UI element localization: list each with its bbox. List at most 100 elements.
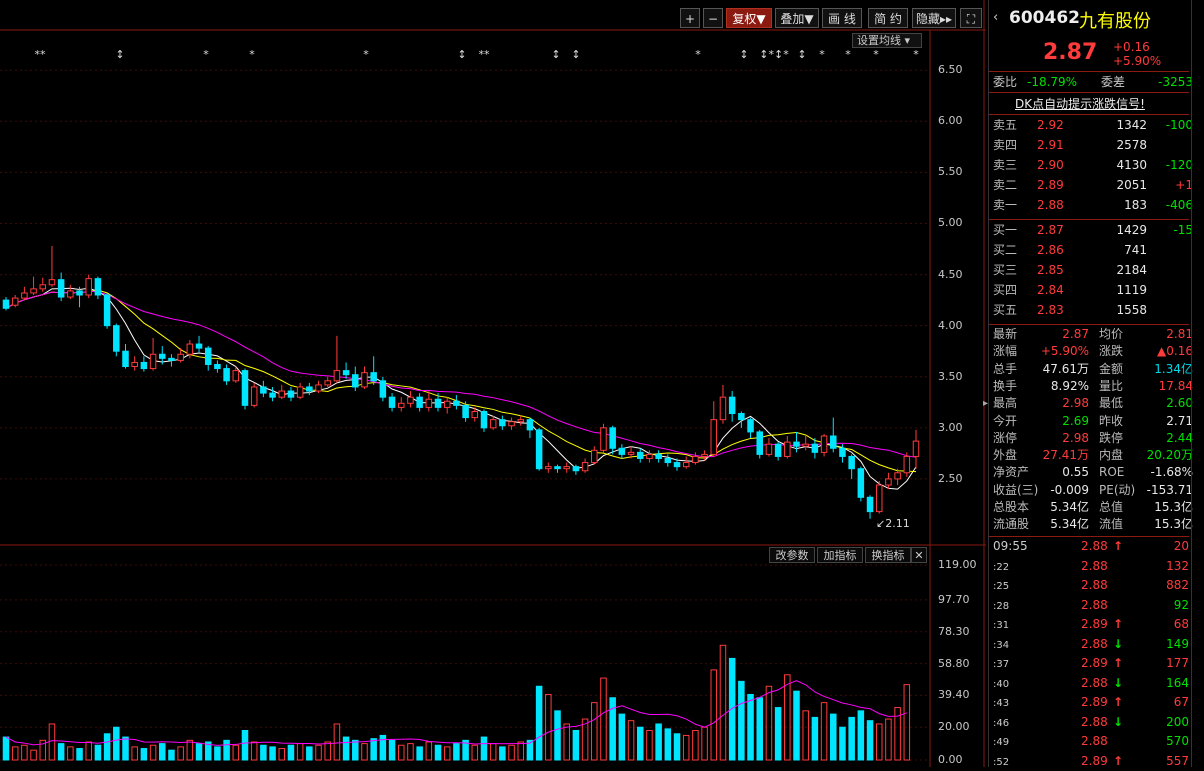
volume-bar (499, 746, 506, 761)
stat-label: 收益(三) (993, 482, 1039, 497)
candle-body (324, 380, 331, 386)
dk-signal-link[interactable]: DK点自动提示涨跌信号! (1015, 95, 1145, 112)
tick-volume: 177 (1166, 656, 1189, 670)
volume-bar (489, 743, 497, 761)
candle-body (21, 292, 28, 299)
tick-row[interactable]: 09:55 2.88 ↑ 20 (993, 538, 1193, 555)
volume-bar (802, 710, 809, 761)
tick-row[interactable]: :43 2.89 ↑ 67 (993, 694, 1193, 711)
tick-row[interactable]: :28 2.88 92 (993, 597, 1193, 614)
side-tabs[interactable] (1191, 0, 1204, 767)
stat-value: 15.3亿 (1154, 500, 1193, 514)
candle-body (453, 400, 460, 406)
tick-row[interactable]: :49 2.88 570 (993, 733, 1193, 750)
candle-body (471, 410, 479, 419)
candle-body (352, 374, 359, 388)
bids-label: 买五 (993, 303, 1018, 317)
volume-bar (278, 748, 286, 761)
volume-bar (471, 744, 479, 761)
ask-book: 卖五 2.92 1342 -100 卖四 2.91 2578 卖三 2.90 41… (989, 117, 1193, 217)
volume-bar (177, 746, 184, 761)
candle-body (756, 431, 763, 455)
candle-body (738, 413, 745, 421)
tick-row[interactable]: :25 2.88 882 (993, 577, 1193, 594)
stat-value: +5.90% (1040, 344, 1089, 359)
bids-row[interactable]: 买五 2.83 1558 (993, 302, 1193, 319)
tick-direction-arrow-icon: ↑ (1113, 539, 1124, 553)
volume-bar (572, 730, 580, 761)
candle-body (103, 294, 111, 327)
tick-row[interactable]: :31 2.89 ↑ 68 (993, 616, 1193, 633)
volume-tick-label: 20.00 (938, 720, 970, 734)
tick-volume: 882 (1166, 578, 1189, 592)
volume-bar (480, 736, 488, 761)
kline-chart-area[interactable]: + − 复权▼ 叠加▼ 画 线 简 约 隐藏▸▸ ⛶ 设置均线 ▾ ** ↕ * * *… (0, 0, 986, 767)
volume-bar (370, 738, 377, 761)
asks-row[interactable]: 卖四 2.91 2578 (993, 137, 1193, 154)
switch-indicator-button[interactable]: 换指标 (865, 547, 911, 563)
candle-body (609, 427, 616, 449)
tick-list[interactable]: 09:55 2.88 ↑ 20:22 2.88 132:25 2.88 882:… (989, 538, 1189, 768)
tick-row[interactable]: :22 2.88 132 (993, 558, 1193, 575)
asks-row[interactable]: 卖三 2.90 4130 -120 (993, 157, 1193, 174)
event-marker: ↕ (797, 48, 806, 61)
tick-row[interactable]: :34 2.88 ↓ 149 (993, 636, 1193, 653)
volume-bar (324, 741, 331, 761)
asks-row[interactable]: 卖二 2.89 2051 +1 (993, 177, 1193, 194)
prev-stock-icon[interactable]: ‹ (993, 10, 998, 25)
bids-row[interactable]: 买一 2.87 1429 -15 (993, 222, 1193, 239)
candle-body (287, 390, 295, 398)
ma5-line (5, 287, 917, 490)
bids-price: 2.87 (1037, 223, 1064, 237)
tick-direction-arrow-icon: ↑ (1113, 617, 1124, 631)
low-marker-value: 2.11 (885, 517, 910, 530)
asks-row[interactable]: 卖一 2.88 183 -406 (993, 197, 1193, 214)
tick-volume: 132 (1166, 558, 1189, 573)
stat-value: 17.84 (1158, 378, 1193, 393)
candle-body (140, 361, 148, 370)
price-tick-label: 5.00 (938, 216, 963, 230)
asks-volume: 2578 (1116, 138, 1147, 152)
change-params-button[interactable]: 改参数 (769, 547, 815, 563)
asks-row[interactable]: 卖五 2.92 1342 -100 (993, 117, 1193, 134)
candle-body (113, 325, 120, 352)
volume-bar (618, 713, 626, 761)
stats-row: 总手 47.61万 金额 1.34亿 (993, 361, 1193, 378)
bids-row[interactable]: 买四 2.84 1119 (993, 282, 1193, 299)
stat-value: 27.41万 (1042, 448, 1089, 463)
bids-row[interactable]: 买二 2.86 741 (993, 242, 1193, 259)
bids-volume: 1119 (1116, 283, 1147, 297)
candle-body (508, 421, 515, 427)
bids-row[interactable]: 买三 2.85 2184 (993, 262, 1193, 279)
candle-body (296, 386, 304, 398)
candle-body (388, 396, 396, 408)
candle-body (848, 455, 855, 470)
stat-value: 1.34亿 (1154, 361, 1193, 376)
event-marker: * (845, 48, 851, 61)
volume-tick-label: 0.00 (938, 753, 963, 766)
tick-price: 2.88 (1081, 675, 1108, 690)
candle-body (94, 278, 102, 296)
candle-body (333, 370, 341, 382)
price-tick-label: 4.00 (938, 318, 963, 332)
volume-bar (260, 744, 267, 761)
stat-label: 总手 (993, 361, 1018, 376)
tick-direction-arrow-icon: ↑ (1113, 656, 1124, 670)
asks-label: 卖四 (993, 138, 1018, 152)
tick-row[interactable]: :40 2.88 ↓ 164 (993, 675, 1193, 692)
tick-time: :43 (993, 698, 1010, 709)
price-tick-label: 6.50 (938, 63, 963, 77)
stat-label: 净资产 (993, 465, 1030, 480)
tick-row[interactable]: :37 2.89 ↑ 177 (993, 655, 1193, 672)
candle-body (416, 396, 423, 408)
stat-value: 20.20万 (1146, 448, 1193, 463)
collapse-panel-icon[interactable]: ▸ (983, 398, 988, 409)
tick-row[interactable]: :46 2.88 ↓ 200 (993, 714, 1193, 731)
price-tick-label: 6.00 (938, 114, 963, 128)
bid-book: 买一 2.87 1429 -15 买二 2.86 741 买三 2.85 2184… (989, 222, 1193, 322)
price-tick-label: 3.00 (938, 420, 963, 434)
candle-body (618, 447, 626, 455)
add-indicator-button[interactable]: 加指标 (817, 547, 863, 563)
close-icon[interactable]: ✕ (911, 547, 927, 563)
candle-body (278, 390, 286, 398)
